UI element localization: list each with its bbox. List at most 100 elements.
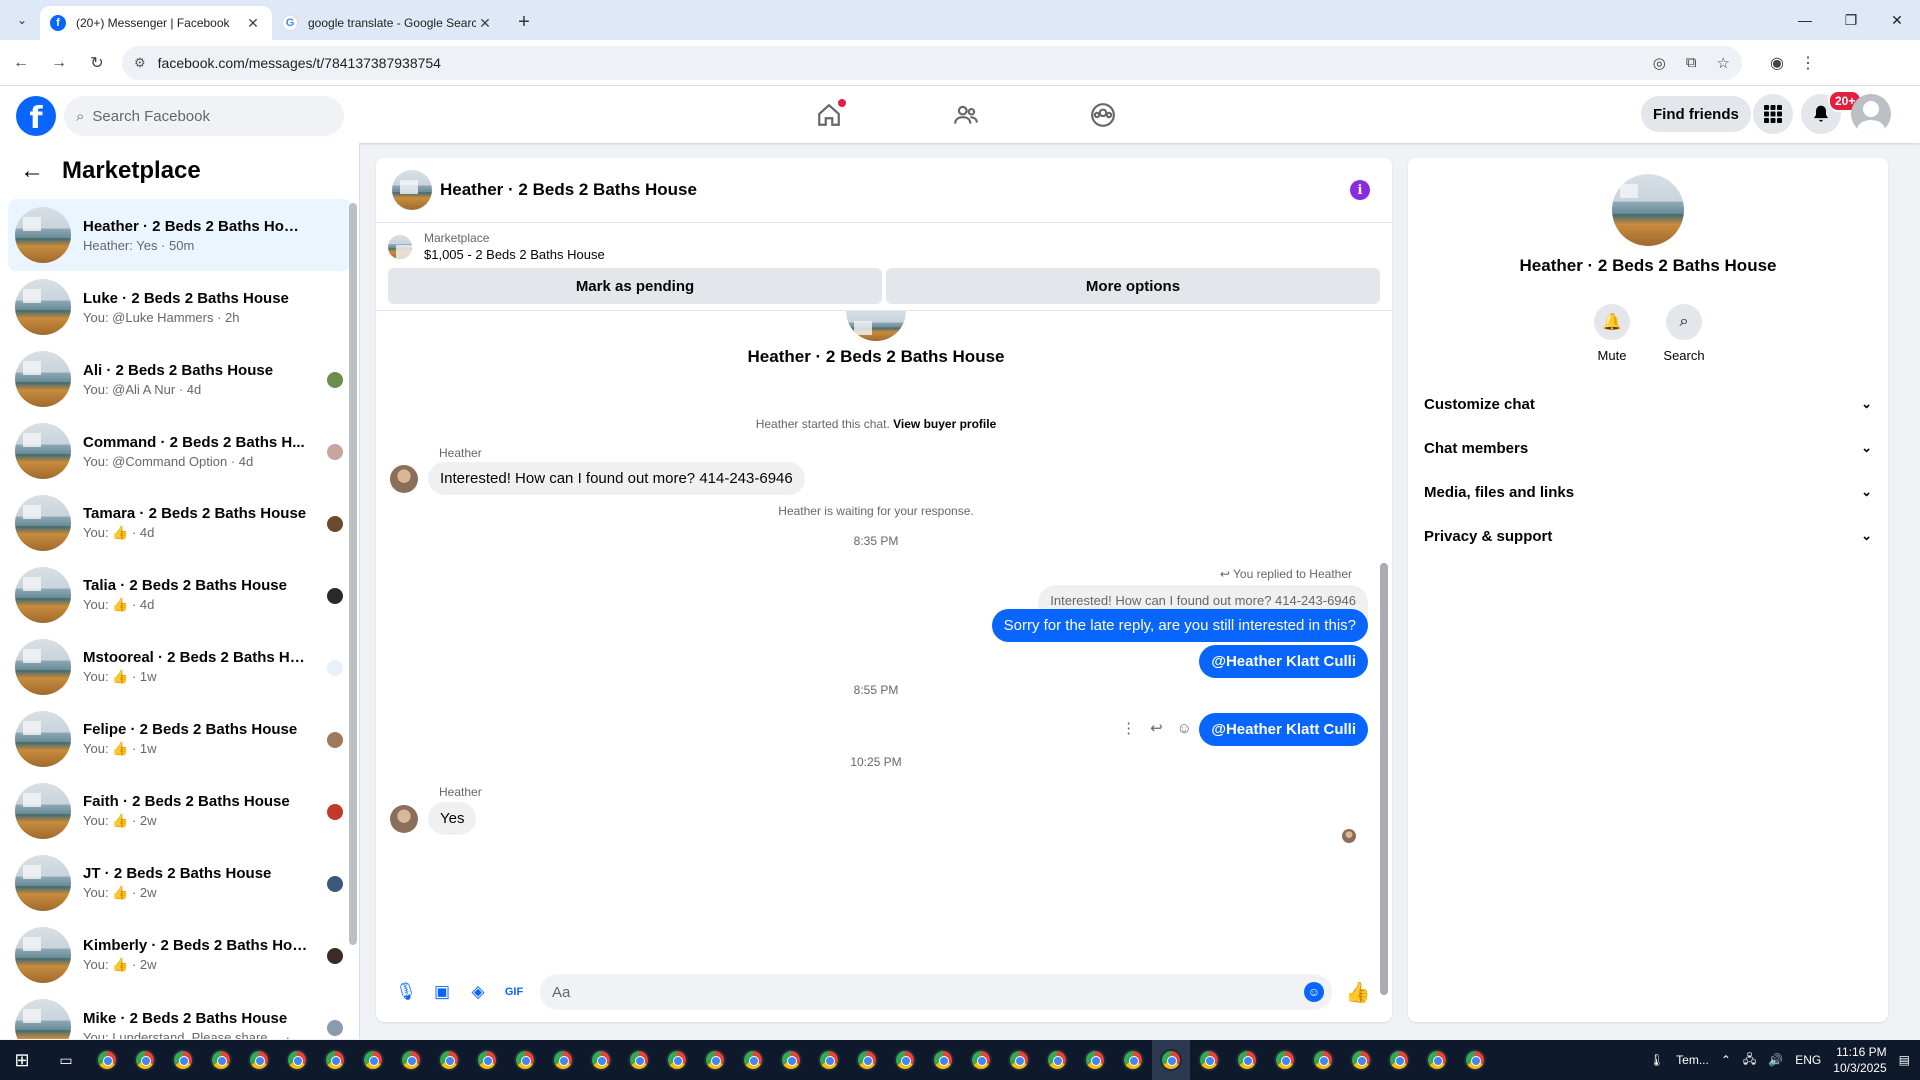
eye-off-icon[interactable]: ◎ (1653, 54, 1666, 72)
listing-avatar[interactable] (1612, 174, 1684, 246)
taskbar-app-icon[interactable] (1228, 1040, 1266, 1080)
minimize-icon[interactable]: — (1782, 0, 1828, 40)
info-icon[interactable]: i (1350, 180, 1370, 200)
conversation-item[interactable]: Talia · 2 Beds 2 Baths House You: 👍 · 4d (8, 559, 351, 631)
taskbar-app-icon[interactable] (430, 1040, 468, 1080)
close-window-icon[interactable]: ✕ (1874, 0, 1920, 40)
taskbar-app-icon[interactable] (278, 1040, 316, 1080)
taskbar-app-icon[interactable] (848, 1040, 886, 1080)
taskbar-app-icon[interactable] (240, 1040, 278, 1080)
notification-center-icon[interactable]: ▤ (1899, 1053, 1910, 1067)
message-input[interactable]: Aa ☺ (540, 974, 1332, 1010)
taskbar-app-icon[interactable] (734, 1040, 772, 1080)
outgoing-message[interactable]: Sorry for the late reply, are you still … (991, 609, 1368, 642)
taskbar-app-icon[interactable] (202, 1040, 240, 1080)
close-tab-icon[interactable]: ✕ (244, 15, 262, 32)
menu-media-files-links[interactable]: Media, files and links ⌄ (1416, 470, 1880, 514)
incoming-message[interactable]: Interested! How can I found out more? 41… (428, 462, 805, 495)
taskbar-app-icon[interactable] (1076, 1040, 1114, 1080)
profile-icon[interactable]: ◉ (1770, 53, 1784, 73)
taskbar-app-icon[interactable] (1418, 1040, 1456, 1080)
site-info-icon[interactable]: ⚙ (134, 55, 146, 71)
taskbar-app-icon[interactable] (316, 1040, 354, 1080)
emoji-icon[interactable]: ☺ (1304, 982, 1324, 1002)
reload-icon[interactable]: ↻ (80, 46, 114, 80)
taskbar-app-icon[interactable] (924, 1040, 962, 1080)
incoming-message[interactable]: Yes (428, 802, 477, 835)
taskbar-app-icon[interactable] (354, 1040, 392, 1080)
conversation-item[interactable]: Heather · 2 Beds 2 Baths House Heather: Y… (8, 199, 351, 271)
tab-search-button[interactable]: ⌄ (8, 6, 36, 34)
taskbar-app-icon[interactable] (544, 1040, 582, 1080)
install-app-icon[interactable]: ⧉ (1686, 54, 1697, 72)
thumbs-up-icon[interactable]: 👍 (1340, 974, 1376, 1010)
conversation-item[interactable]: JT · 2 Beds 2 Baths House You: 👍 · 2w (8, 847, 351, 919)
conversation-item[interactable]: Felipe · 2 Beds 2 Baths House You: 👍 · 1w (8, 703, 351, 775)
search-facebook-input[interactable]: ⌕ Search Facebook (64, 96, 344, 136)
conversation-item[interactable]: Faith · 2 Beds 2 Baths House You: 👍 · 2w (8, 775, 351, 847)
scrollbar-thumb[interactable] (1380, 563, 1388, 995)
nav-home[interactable] (760, 86, 897, 143)
clock[interactable]: 11:16 PM 10/3/2025 (1833, 1044, 1886, 1076)
taskbar-app-icon[interactable] (886, 1040, 924, 1080)
find-friends-button[interactable]: Find friends (1641, 96, 1751, 132)
taskbar-app-label[interactable]: Tem... (1676, 1053, 1709, 1067)
view-buyer-profile-link[interactable]: View buyer profile (893, 417, 996, 431)
taskbar-app-icon[interactable] (1266, 1040, 1304, 1080)
mute-button[interactable]: 🔔 Mute (1593, 304, 1631, 363)
taskbar-app-icon[interactable] (696, 1040, 734, 1080)
more-options-button[interactable]: More options (886, 268, 1380, 304)
listing-thumbnail[interactable] (392, 170, 432, 210)
chat-title[interactable]: Heather · 2 Beds 2 Baths House (440, 180, 697, 200)
taskbar-app-icon[interactable] (392, 1040, 430, 1080)
address-bar[interactable]: ⚙ facebook.com/messages/t/78413738793875… (122, 45, 1742, 80)
conversation-item[interactable]: Kimberly · 2 Beds 2 Baths Hou... You: 👍 ·… (8, 919, 351, 991)
menu-customize-chat[interactable]: Customize chat ⌄ (1416, 382, 1880, 426)
menu-dots-icon[interactable]: ⋮ (1800, 53, 1816, 73)
list-scrollbar[interactable] (349, 203, 357, 945)
network-icon[interactable]: 🖧 (1743, 1050, 1756, 1071)
conversation-item[interactable]: Luke · 2 Beds 2 Baths House You: @Luke Ha… (8, 271, 351, 343)
listing-thumbnail[interactable] (388, 234, 412, 259)
mark-as-pending-button[interactable]: Mark as pending (388, 268, 882, 304)
conversation-item[interactable]: Command · 2 Beds 2 Baths H... You: @Comma… (8, 415, 351, 487)
task-view-icon[interactable]: ▭ (44, 1040, 88, 1080)
account-avatar[interactable] (1851, 94, 1891, 134)
forward-arrow-icon[interactable]: → (42, 46, 76, 80)
conversation-item[interactable]: Ali · 2 Beds 2 Baths House You: @Ali A Nu… (8, 343, 351, 415)
taskbar-app-icon[interactable] (1000, 1040, 1038, 1080)
conversation-item[interactable]: Tamara · 2 Beds 2 Baths House You: 👍 · 4d (8, 487, 351, 559)
tray-chevron-icon[interactable]: ⌃ (1721, 1053, 1731, 1067)
taskbar-app-icon[interactable] (582, 1040, 620, 1080)
close-tab-icon[interactable]: ✕ (476, 15, 494, 32)
language-indicator[interactable]: ENG (1795, 1053, 1821, 1067)
taskbar-app-icon[interactable] (1114, 1040, 1152, 1080)
taskbar-app-icon[interactable] (126, 1040, 164, 1080)
taskbar-app-icon[interactable] (468, 1040, 506, 1080)
photo-icon[interactable]: ▣ (424, 974, 460, 1010)
restore-icon[interactable]: ❐ (1828, 0, 1874, 40)
conversation-item[interactable]: Mike · 2 Beds 2 Baths House You: I unders… (8, 991, 351, 1039)
microphone-icon[interactable]: 🎙 (388, 974, 424, 1010)
taskbar-app-icon[interactable] (1152, 1040, 1190, 1080)
thermometer-icon[interactable]: 🌡 (1649, 1053, 1664, 1067)
taskbar-app-icon[interactable] (1342, 1040, 1380, 1080)
tab-messenger[interactable]: f (20+) Messenger | Facebook ✕ (40, 6, 272, 40)
taskbar-app-icon[interactable] (88, 1040, 126, 1080)
facebook-logo[interactable]: f (16, 96, 56, 136)
taskbar-app-icon[interactable] (620, 1040, 658, 1080)
taskbar-app-icon[interactable] (772, 1040, 810, 1080)
taskbar-app-icon[interactable] (658, 1040, 696, 1080)
menu-grid-button[interactable] (1753, 94, 1793, 134)
taskbar-app-icon[interactable] (962, 1040, 1000, 1080)
search-button[interactable]: ⌕ Search (1663, 304, 1705, 363)
taskbar-app-icon[interactable] (506, 1040, 544, 1080)
back-arrow-icon[interactable]: ← (4, 46, 38, 80)
conversation-item[interactable]: Mstooreal · 2 Beds 2 Baths Ho... You: 👍 ·… (8, 631, 351, 703)
tab-google-translate[interactable]: G google translate - Google Search ✕ (272, 6, 504, 40)
outgoing-message[interactable]: @Heather Klatt Culli (1199, 645, 1368, 678)
listing-title[interactable]: $1,005 - 2 Beds 2 Baths House (424, 247, 605, 262)
nav-friends[interactable] (897, 86, 1034, 143)
gif-icon[interactable]: GIF (496, 974, 532, 1010)
menu-privacy-support[interactable]: Privacy & support ⌄ (1416, 514, 1880, 558)
